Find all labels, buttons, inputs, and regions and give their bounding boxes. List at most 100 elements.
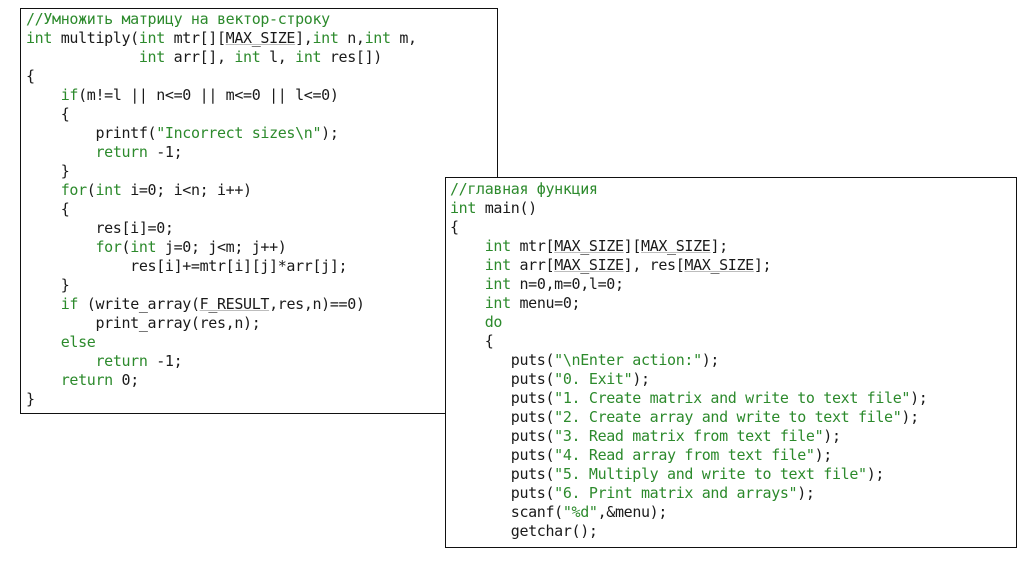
code-line: printf("Incorrect sizes\n"); [26, 124, 497, 143]
code-token-plain: main() [476, 199, 537, 217]
code-token-plain: print_array(res,n); [26, 314, 261, 332]
code-token-plain: res[i]+=mtr[i][j]*arr[j]; [26, 257, 348, 275]
code-token-comment: //главная функция [450, 180, 598, 198]
code-token-plain: ,res,n)==0) [269, 295, 365, 313]
code-line: { [26, 67, 497, 86]
code-token-plain: ][ [623, 237, 642, 255]
code-token-plain: } [26, 276, 70, 294]
code-token-macro: MAX_SIZE [684, 256, 754, 274]
code-token-plain: (write_array( [78, 295, 200, 313]
code-token-plain: ); [901, 408, 919, 426]
code-line: else [26, 333, 497, 352]
code-token-plain: scanf( [450, 503, 563, 521]
code-line: } [26, 390, 497, 409]
code-line: puts("6. Print matrix and arrays"); [450, 484, 1016, 503]
code-token-keyword: return [60, 371, 113, 389]
code-token-plain: -1; [147, 352, 183, 370]
code-line: puts("4. Read array from text file"); [450, 446, 1016, 465]
code-line: int mtr[MAX_SIZE][MAX_SIZE]; [450, 237, 1016, 256]
code-token-keyword: "5. Multiply and write to text file" [554, 465, 867, 483]
code-token-plain: (m!=l || n<=0 || m<=0 || l<=0) [78, 86, 339, 104]
code-token-keyword: "3. Read matrix from text file" [554, 427, 824, 445]
code-token-keyword: "%d" [562, 503, 598, 521]
code-token-plain: ); [701, 351, 720, 369]
code-line: scanf("%d",&menu); [450, 503, 1016, 522]
code-token-plain: puts( [450, 351, 555, 369]
code-token-keyword: "6. Print matrix and arrays" [554, 484, 798, 502]
code-token-plain: menu=0; [510, 294, 581, 312]
code-line: for(int j=0; j<m; j++) [26, 238, 497, 257]
code-token-plain: { [26, 67, 35, 85]
code-line: puts("0. Exit"); [450, 370, 1016, 389]
code-token-plain: mtr[][ [164, 29, 226, 47]
code-line: { [450, 332, 1016, 351]
code-token-plain: ]; [753, 256, 772, 274]
code-token-plain: ]; [710, 237, 728, 255]
code-token-plain: n, [338, 29, 365, 47]
code-token-plain: } [26, 390, 35, 408]
code-line: puts("1. Create matrix and write to text… [450, 389, 1016, 408]
code-token-keyword: int [484, 256, 511, 274]
code-token-plain: res[]) [321, 48, 382, 66]
main-function-code-panel: //главная функция int main(){ int mtr[MAX… [445, 177, 1017, 548]
code-line: for(int i=0; i<n; i++) [26, 181, 497, 200]
code-line: //главная функция [450, 180, 1016, 199]
code-line: if (write_array(F_RESULT,res,n)==0) [26, 295, 497, 314]
code-token-macro: MAX_SIZE [554, 256, 624, 274]
code-line: int arr[MAX_SIZE], res[MAX_SIZE]; [450, 256, 1016, 275]
code-token-plain: printf( [26, 124, 157, 142]
code-token-keyword: "0. Exit" [554, 370, 633, 388]
code-token-plain: ); [632, 370, 650, 388]
code-token-plain: { [450, 332, 494, 350]
code-token-plain: } [26, 162, 70, 180]
code-token-plain: ], [295, 29, 313, 47]
code-line: int main() [450, 199, 1016, 218]
code-token-keyword: int [484, 275, 511, 293]
code-token-keyword: int [234, 48, 261, 66]
multiply-function-code-panel: //Умножить матрицу на вектор-строку int m… [20, 8, 498, 414]
code-token-plain: n=0,m=0,l=0; [510, 275, 624, 293]
code-line: { [450, 218, 1016, 237]
code-token-plain: ); [866, 465, 885, 483]
code-line: } [26, 276, 497, 295]
code-token-plain: l, [260, 48, 296, 66]
code-token-plain: puts( [450, 446, 555, 464]
code-token-plain: multiply( [52, 29, 139, 47]
code-token-keyword: int [138, 48, 165, 66]
code-line: puts("5. Multiply and write to text file… [450, 465, 1016, 484]
code-token-keyword: int [484, 237, 511, 255]
code-token-keyword: int [26, 29, 53, 47]
code-line: res[i]+=mtr[i][j]*arr[j]; [26, 257, 497, 276]
code-line: if(m!=l || n<=0 || m<=0 || l<=0) [26, 86, 497, 105]
code-token-plain: arr[ [510, 256, 555, 274]
code-token-keyword: return [95, 143, 148, 161]
code-line: getchar(); [450, 522, 1016, 541]
code-line: puts("3. Read matrix from text file"); [450, 427, 1016, 446]
code-token-comment: //Умножить матрицу на вектор-строку [26, 10, 330, 28]
code-token-keyword: int [450, 199, 477, 217]
code-line: puts("\nEnter action:"); [450, 351, 1016, 370]
code-token-keyword: "1. Create matrix and write to text file… [554, 389, 911, 407]
code-token-plain: { [26, 105, 70, 123]
code-token-plain: { [450, 218, 459, 236]
code-line: res[i]=0; [26, 219, 497, 238]
code-token-macro: F_RESULT [199, 295, 270, 313]
code-token-keyword: else [60, 333, 96, 351]
code-line: { [26, 105, 497, 124]
code-line: return -1; [26, 143, 497, 162]
code-token-plain: arr[], [164, 48, 235, 66]
code-line: int menu=0; [450, 294, 1016, 313]
code-line: print_array(res,n); [26, 314, 497, 333]
code-token-plain: res[i]=0; [26, 219, 174, 237]
code-token-keyword: return [95, 352, 148, 370]
